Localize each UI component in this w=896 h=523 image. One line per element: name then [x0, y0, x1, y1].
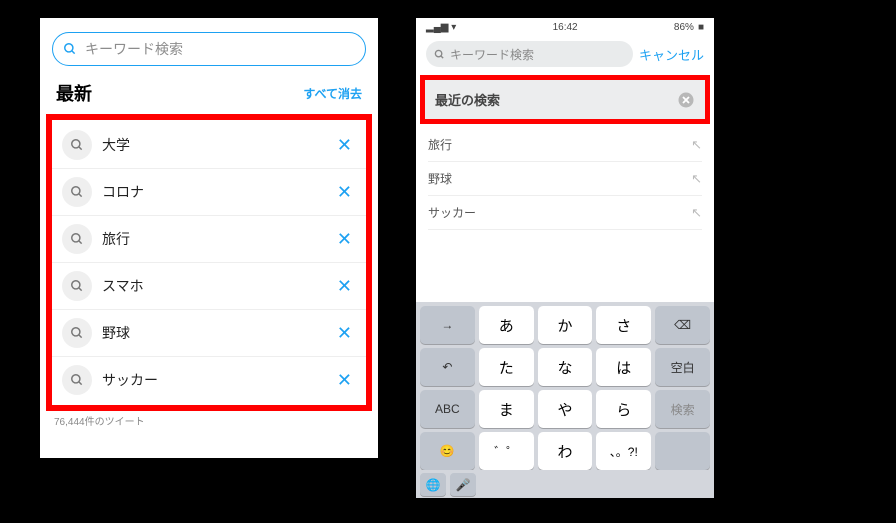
signal-icon: ▂▄▆ ▾: [426, 22, 456, 33]
key-undo[interactable]: ↶: [420, 348, 475, 386]
recent-item[interactable]: 大学 ✕: [52, 122, 366, 169]
recent-item[interactable]: スマホ ✕: [52, 263, 366, 310]
search-icon: [63, 42, 77, 56]
recent-header-row: 最新 すべて消去: [40, 76, 378, 114]
remove-item-button[interactable]: ✕: [333, 323, 356, 344]
key-kana[interactable]: ま: [479, 390, 534, 428]
key-globe[interactable]: 🌐: [420, 473, 446, 496]
recent-item[interactable]: コロナ ✕: [52, 169, 366, 216]
ios-topbar: キーワード検索 キャンセル: [416, 37, 714, 75]
key-blank: [655, 432, 710, 470]
key-abc[interactable]: ABC: [420, 390, 475, 428]
remove-item-button[interactable]: ✕: [333, 229, 356, 250]
key-kana[interactable]: わ: [538, 432, 593, 470]
ios-keyboard-bottom: 🌐 🎤: [416, 470, 714, 498]
recent-item[interactable]: サッカー ↖: [428, 196, 702, 230]
search-icon: [62, 271, 92, 301]
remove-item-button[interactable]: ✕: [333, 276, 356, 297]
recent-item-label: 旅行: [428, 136, 452, 153]
recent-item-label: 野球: [428, 170, 452, 187]
battery-text: 86%: [674, 22, 694, 33]
search-input[interactable]: キーワード検索: [426, 41, 633, 67]
clear-recent-button[interactable]: [677, 91, 695, 109]
key-search[interactable]: 検索: [655, 390, 710, 428]
recent-searches-header-highlight: 最近の検索: [420, 75, 710, 124]
key-punct[interactable]: 、。?!: [596, 432, 651, 470]
key-next[interactable]: →: [420, 306, 475, 344]
arrow-upleft-icon: ↖: [691, 205, 702, 221]
recent-item[interactable]: 旅行 ↖: [428, 128, 702, 162]
truncated-line: 76,444件のツイート: [40, 411, 378, 430]
remove-item-button[interactable]: ✕: [333, 135, 356, 156]
search-icon: [62, 224, 92, 254]
recent-item[interactable]: 野球 ↖: [428, 162, 702, 196]
remove-item-button[interactable]: ✕: [333, 182, 356, 203]
key-backspace[interactable]: ⌫: [655, 306, 710, 344]
recent-item-label: スマホ: [102, 276, 144, 296]
search-icon: [62, 318, 92, 348]
search-placeholder: キーワード検索: [450, 46, 534, 63]
key-kana[interactable]: か: [538, 306, 593, 344]
search-placeholder: キーワード検索: [85, 39, 183, 59]
recent-item-label: サッカー: [428, 204, 476, 221]
recent-header-label: 最近の検索: [435, 90, 500, 109]
arrow-upleft-icon: ↖: [691, 171, 702, 187]
recent-item-label: サッカー: [102, 370, 158, 390]
battery-icon: ■: [698, 22, 704, 33]
key-kana[interactable]: や: [538, 390, 593, 428]
key-kana[interactable]: ら: [596, 390, 651, 428]
remove-item-button[interactable]: ✕: [333, 370, 356, 391]
search-icon: [62, 365, 92, 395]
clear-all-button[interactable]: すべて消去: [303, 85, 362, 102]
recent-item[interactable]: 旅行 ✕: [52, 216, 366, 263]
cancel-button[interactable]: キャンセル: [639, 45, 704, 64]
ios-keyboard: → あ か さ ⌫ ↶ た な は 空白 ABC ま や ら 検索 😊 ゛゜ わ…: [416, 302, 714, 470]
arrow-upleft-icon: ↖: [691, 137, 702, 153]
twitter-web-search-panel: キーワード検索 最新 すべて消去 大学 ✕ コロナ ✕ 旅行 ✕ スマホ ✕ 野…: [40, 18, 378, 458]
recent-item-label: 旅行: [102, 229, 130, 249]
key-kana[interactable]: あ: [479, 306, 534, 344]
recent-item-label: コロナ: [102, 182, 144, 202]
key-dakuten[interactable]: ゛゜: [479, 432, 534, 470]
search-icon: [62, 177, 92, 207]
recent-item[interactable]: 野球 ✕: [52, 310, 366, 357]
key-kana[interactable]: さ: [596, 306, 651, 344]
recent-title: 最新: [56, 80, 92, 106]
search-icon: [434, 49, 445, 60]
key-emoji[interactable]: 😊: [420, 432, 475, 470]
key-kana[interactable]: は: [596, 348, 651, 386]
key-space[interactable]: 空白: [655, 348, 710, 386]
key-kana[interactable]: な: [538, 348, 593, 386]
recent-list-right: 旅行 ↖ 野球 ↖ サッカー ↖: [416, 124, 714, 302]
ios-status-bar: ▂▄▆ ▾ 16:42 86% ■: [416, 18, 714, 37]
search-input[interactable]: キーワード検索: [52, 32, 366, 66]
status-time: 16:42: [553, 22, 578, 33]
search-icon: [62, 130, 92, 160]
key-mic[interactable]: 🎤: [450, 473, 476, 496]
recent-item[interactable]: サッカー ✕: [52, 357, 366, 403]
recent-list-highlight: 大学 ✕ コロナ ✕ 旅行 ✕ スマホ ✕ 野球 ✕ サッカー ✕: [46, 114, 372, 411]
key-kana[interactable]: た: [479, 348, 534, 386]
recent-item-label: 大学: [102, 135, 130, 155]
recent-item-label: 野球: [102, 323, 130, 343]
twitter-ios-search-panel: ▂▄▆ ▾ 16:42 86% ■ キーワード検索 キャンセル 最近の検索 旅行…: [416, 18, 714, 498]
